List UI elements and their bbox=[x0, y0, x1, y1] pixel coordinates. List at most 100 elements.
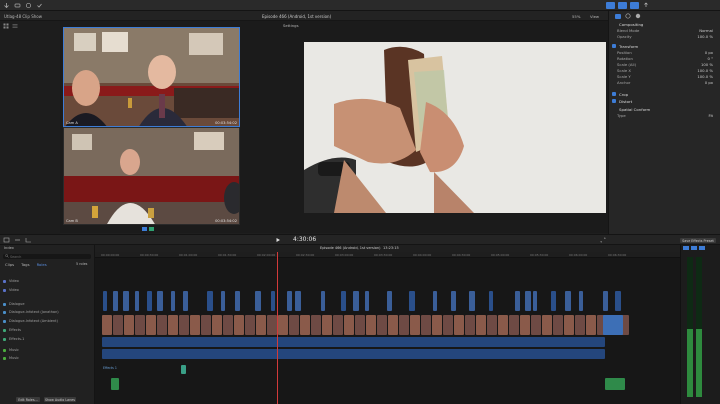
primary-clip[interactable] bbox=[146, 315, 156, 335]
audio-bank-icon[interactable] bbox=[149, 227, 154, 231]
connected-clip[interactable] bbox=[409, 291, 415, 311]
primary-clip[interactable] bbox=[190, 315, 200, 335]
connect-clip-icon[interactable] bbox=[3, 237, 10, 243]
role-item[interactable]: Video bbox=[3, 287, 91, 293]
primary-clip[interactable] bbox=[267, 315, 277, 335]
primary-clip[interactable] bbox=[300, 315, 310, 335]
primary-clip[interactable] bbox=[179, 315, 189, 335]
view-menu[interactable]: View bbox=[590, 14, 599, 19]
primary-clip[interactable] bbox=[355, 315, 365, 335]
tab-roles[interactable]: Roles bbox=[37, 262, 47, 267]
scale-y-row[interactable]: Scale Y 100.0 % bbox=[611, 74, 719, 80]
scale-all-row[interactable]: Scale (All) 100 % bbox=[611, 62, 719, 68]
video-bank-icon[interactable] bbox=[142, 227, 147, 231]
position-value[interactable]: 0 px bbox=[705, 50, 719, 55]
rotation-row[interactable]: Rotation 0 ° bbox=[611, 56, 719, 62]
video-inspector-icon[interactable] bbox=[615, 13, 621, 19]
connected-clip[interactable] bbox=[489, 291, 493, 311]
role-item[interactable]: Video bbox=[3, 278, 91, 284]
angle-bank-switcher[interactable] bbox=[142, 227, 154, 231]
blend-mode-row[interactable]: Blend Mode Normal bbox=[611, 28, 719, 34]
list-view-icon[interactable] bbox=[12, 23, 18, 29]
primary-clip[interactable] bbox=[564, 315, 574, 335]
spatial-type-value[interactable]: Fit bbox=[709, 113, 719, 118]
connected-clip[interactable] bbox=[525, 291, 531, 311]
opacity-row[interactable]: Opacity 100.0 % bbox=[611, 34, 719, 40]
viewer-zoom[interactable]: 55% bbox=[572, 14, 580, 19]
connected-clip[interactable] bbox=[615, 291, 621, 311]
role-item[interactable]: Effects bbox=[3, 327, 91, 333]
save-effects-preset-button[interactable]: Save Effects Preset bbox=[680, 238, 716, 243]
spatial-conform-section[interactable]: Spatial Conform bbox=[611, 106, 719, 112]
angle-cam-b[interactable]: Cam B 00:03:54:02 bbox=[63, 127, 240, 225]
primary-clip[interactable] bbox=[256, 315, 266, 335]
append-clip-icon[interactable] bbox=[25, 237, 32, 243]
index-title[interactable]: Index bbox=[4, 246, 14, 250]
role-item[interactable]: Dialogue bbox=[3, 301, 91, 307]
connected-clip[interactable] bbox=[295, 291, 301, 311]
primary-clip[interactable] bbox=[322, 315, 332, 335]
audio-lane-clip[interactable] bbox=[102, 337, 605, 347]
play-button[interactable] bbox=[275, 237, 281, 243]
checkmark-icon[interactable] bbox=[36, 2, 43, 9]
connected-clip[interactable] bbox=[171, 291, 175, 311]
connected-clip[interactable] bbox=[451, 291, 456, 311]
blend-mode-value[interactable]: Normal bbox=[699, 28, 719, 33]
connected-clip[interactable] bbox=[551, 291, 556, 311]
primary-clip[interactable] bbox=[520, 315, 530, 335]
connected-clip[interactable] bbox=[113, 291, 118, 311]
primary-clip[interactable] bbox=[201, 315, 211, 335]
analyze-icon[interactable] bbox=[25, 2, 32, 9]
primary-clip[interactable] bbox=[498, 315, 508, 335]
insert-clip-icon[interactable] bbox=[14, 237, 21, 243]
transform-section[interactable]: Transform bbox=[611, 43, 719, 49]
anchor-row[interactable]: Anchor 0 px bbox=[611, 80, 719, 86]
fullscreen-icon[interactable] bbox=[600, 237, 606, 243]
primary-clip[interactable] bbox=[377, 315, 387, 335]
role-item[interactable]: Dialogue-Infotext (Ambient) bbox=[3, 318, 91, 324]
tab-clips[interactable]: Clips bbox=[5, 262, 14, 267]
connected-clip[interactable] bbox=[135, 291, 139, 311]
connected-clip[interactable] bbox=[103, 291, 107, 311]
primary-clip[interactable] bbox=[168, 315, 178, 335]
tab-tags[interactable]: Tags bbox=[21, 262, 29, 267]
primary-clip[interactable] bbox=[586, 315, 596, 335]
music-clip[interactable] bbox=[605, 378, 625, 390]
connected-clip[interactable] bbox=[579, 291, 583, 311]
primary-clip[interactable] bbox=[245, 315, 255, 335]
inspector-toggle-icon[interactable] bbox=[630, 2, 639, 9]
primary-clip[interactable] bbox=[575, 315, 585, 335]
connected-clip[interactable] bbox=[353, 291, 359, 311]
primary-clip[interactable] bbox=[454, 315, 464, 335]
import-icon[interactable] bbox=[3, 2, 10, 9]
role-item[interactable]: Dialogue-Infotext (Jonathan) bbox=[3, 309, 91, 315]
index-search-field[interactable]: Search bbox=[3, 254, 91, 259]
angle-cam-a[interactable]: Cam A 00:03:54:02 bbox=[63, 27, 240, 127]
connected-clip[interactable] bbox=[433, 291, 437, 311]
connected-clip[interactable] bbox=[123, 291, 129, 311]
primary-clip[interactable] bbox=[135, 315, 145, 335]
grid-view-icon[interactable] bbox=[3, 23, 9, 29]
primary-clip[interactable] bbox=[124, 315, 134, 335]
connected-clip[interactable] bbox=[469, 291, 475, 311]
playhead[interactable] bbox=[277, 252, 278, 404]
share-icon[interactable] bbox=[642, 2, 650, 9]
connected-clip[interactable] bbox=[603, 291, 608, 311]
meter-icon[interactable] bbox=[683, 246, 689, 250]
viewer-frame[interactable] bbox=[304, 42, 606, 213]
audio-lane-clip[interactable] bbox=[102, 349, 605, 359]
role-item[interactable]: Music bbox=[3, 347, 91, 353]
primary-clip[interactable] bbox=[542, 315, 552, 335]
primary-clip[interactable] bbox=[421, 315, 431, 335]
connected-clip[interactable] bbox=[207, 291, 213, 311]
anchor-value[interactable]: 0 px bbox=[705, 80, 719, 85]
primary-clip[interactable] bbox=[432, 315, 442, 335]
library-toggle-icon[interactable] bbox=[606, 2, 615, 9]
opacity-value[interactable]: 100.0 % bbox=[697, 34, 719, 39]
role-item[interactable]: Effects-1 bbox=[3, 336, 91, 342]
primary-clip[interactable] bbox=[311, 315, 321, 335]
connected-clip[interactable] bbox=[341, 291, 346, 311]
primary-clip[interactable] bbox=[223, 315, 233, 335]
connected-clip[interactable] bbox=[235, 291, 240, 311]
connected-clip[interactable] bbox=[221, 291, 225, 311]
